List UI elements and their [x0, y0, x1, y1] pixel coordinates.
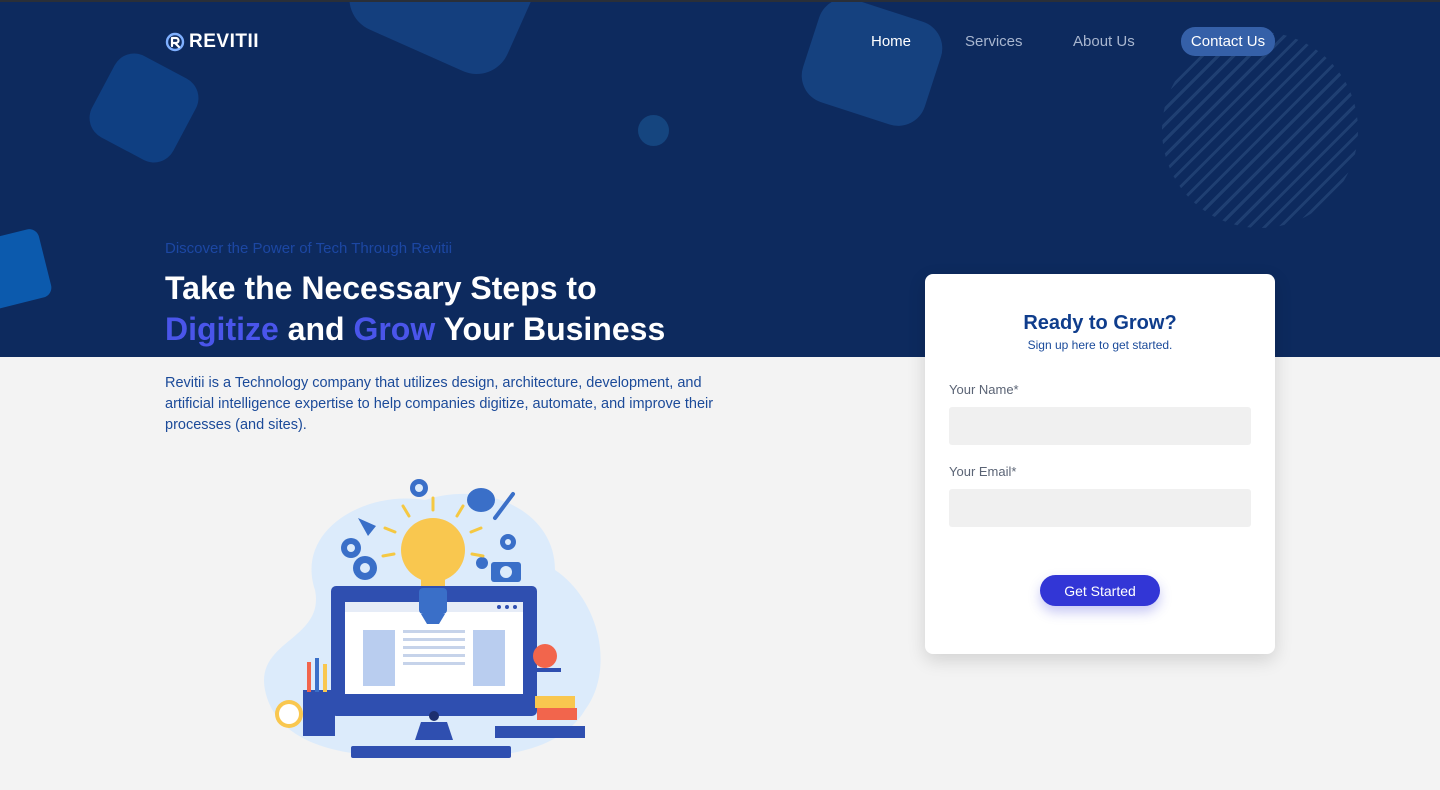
hero-headline: Take the Necessary Steps to Digitize and… — [165, 268, 665, 350]
form-title: Ready to Grow? — [1023, 312, 1177, 334]
headline-tail: Your Business — [435, 311, 666, 347]
lightbulb-computer-illustration — [264, 479, 601, 758]
decorative-shape — [0, 227, 54, 311]
decorative-shape — [81, 45, 207, 171]
name-field-label: Your Name* — [949, 382, 1019, 397]
nav-contact-us-button[interactable]: Contact Us — [1181, 27, 1275, 56]
main-nav: Home Services About Us Contact Us — [0, 27, 1440, 56]
headline-and: and — [278, 311, 354, 347]
name-field[interactable] — [949, 407, 1251, 445]
nav-about-us[interactable]: About Us — [1073, 27, 1135, 56]
hero-eyebrow: Discover the Power of Tech Through Revit… — [165, 240, 453, 257]
decorative-dot — [638, 115, 669, 146]
nav-home[interactable]: Home — [871, 27, 911, 56]
email-field-label: Your Email* — [949, 464, 1017, 479]
decorative-shape — [794, 2, 950, 134]
form-subtitle: Sign up here to get started. — [1027, 338, 1173, 352]
headline-accent-grow: Grow — [353, 311, 436, 347]
headline-line-1: Take the Necessary Steps to — [165, 270, 597, 306]
signup-form-card: Ready to Grow? Sign up here to get start… — [925, 274, 1275, 654]
get-started-button[interactable]: Get Started — [1040, 575, 1160, 606]
email-field[interactable] — [949, 489, 1251, 527]
nav-services[interactable]: Services — [965, 27, 1023, 56]
decorative-striped-circle — [1162, 32, 1358, 228]
hero-description: Revitii is a Technology company that uti… — [165, 375, 714, 433]
headline-accent-digitize: Digitize — [165, 311, 279, 347]
